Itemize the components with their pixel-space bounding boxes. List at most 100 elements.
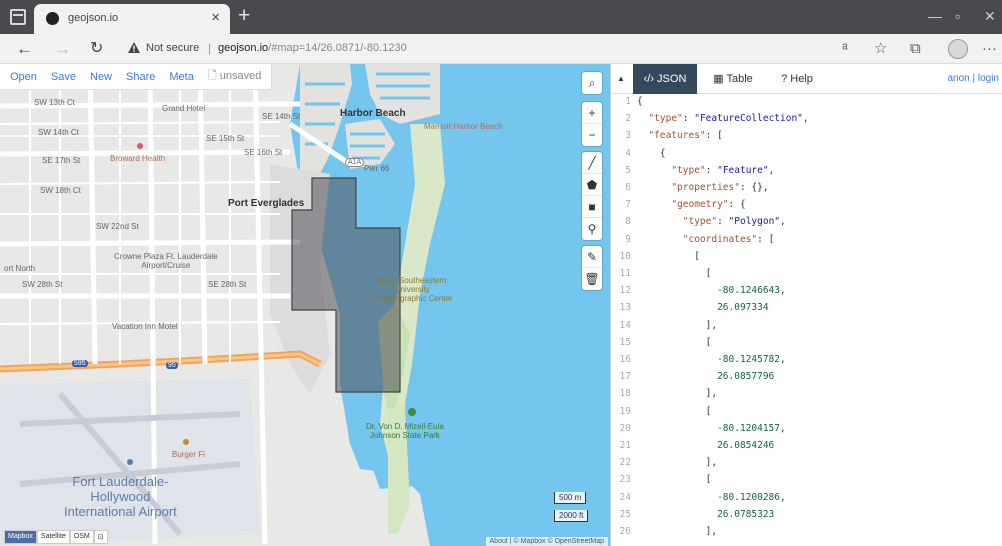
code-line[interactable]: 19 [	[611, 406, 1002, 423]
line-number: 6	[625, 182, 631, 193]
code-line[interactable]: 15 [	[611, 337, 1002, 354]
help-icon: ?	[781, 73, 788, 85]
code-text: "type": "Polygon",	[682, 216, 786, 228]
zoom-in-button[interactable]: +	[582, 102, 602, 124]
street-label: Pier 66	[364, 164, 390, 173]
url-input[interactable]: geojson.io/#map=14/26.0871/-80.1230	[218, 42, 407, 54]
code-line[interactable]: 16 -80.1245782,	[611, 354, 1002, 371]
line-number: 3	[625, 130, 631, 142]
forward-icon[interactable]: →	[54, 39, 71, 59]
code-text: -80.1204157,	[717, 422, 786, 434]
route-shield-a1a: A1A	[345, 158, 365, 167]
collections-icon[interactable]: ⧉	[910, 41, 921, 57]
delete-layers-icon[interactable]: 🗑	[582, 268, 602, 290]
code-line[interactable]: 22 ],	[611, 457, 1002, 474]
poi-label: Grand Hotel	[162, 104, 206, 113]
code-line[interactable]: 13 26.097334	[611, 302, 1002, 319]
reload-icon[interactable]: ↻	[90, 39, 103, 59]
code-text: 26.0857796	[717, 371, 775, 383]
code-line[interactable]: 23 [	[611, 474, 1002, 491]
back-icon[interactable]: ←	[16, 39, 33, 59]
code-line[interactable]: 2 "type": "FeatureCollection",	[611, 113, 1002, 130]
layer-add-icon[interactable]: ⊡	[93, 530, 108, 544]
code-line[interactable]: 4 {	[611, 148, 1002, 165]
code-text: "geometry": {	[671, 199, 746, 211]
draw-rectangle-icon[interactable]: ■	[582, 196, 602, 218]
not-secure-label[interactable]: Not secure	[146, 42, 199, 54]
map-attribution[interactable]: About | © Mapbox © OpenStreetMap	[485, 537, 608, 546]
close-window-icon[interactable]: ✕	[984, 8, 996, 25]
line-number: 8	[625, 216, 631, 228]
draw-marker-icon[interactable]: ⚲	[582, 218, 602, 240]
layer-satellite[interactable]: Satellite	[36, 530, 70, 544]
code-text: [	[637, 474, 712, 486]
title-bar: geojson.io × + — ▫ ✕	[0, 0, 1002, 34]
layer-osm[interactable]: OSM	[69, 530, 94, 544]
favorite-icon[interactable]: ☆	[874, 41, 887, 57]
search-control: ⌕	[582, 72, 602, 94]
favicon-icon	[46, 12, 59, 25]
tab-close-icon[interactable]: ×	[211, 9, 220, 26]
new-button[interactable]: New	[90, 71, 112, 83]
code-line[interactable]: 14 ],	[611, 320, 1002, 337]
code-line[interactable]: 24 -80.1200286,	[611, 492, 1002, 509]
code-text: {	[637, 147, 666, 159]
meta-button[interactable]: Meta	[169, 71, 193, 83]
json-editor[interactable]: 1{2 "type": "FeatureCollection", 3 "featu…	[611, 96, 1002, 546]
draw-line-icon[interactable]: ╱	[582, 152, 602, 174]
zoom-out-button[interactable]: −	[582, 124, 602, 146]
tab-json[interactable]: ‹/› JSON	[633, 64, 697, 94]
draw-polygon-icon[interactable]: ⬟	[582, 174, 602, 196]
open-button[interactable]: Open	[10, 71, 37, 83]
line-number: 12	[619, 285, 631, 297]
line-number: 21	[619, 440, 631, 451]
street-label: SW 28th St	[22, 280, 63, 289]
code-line[interactable]: 5 "type": "Feature",	[611, 165, 1002, 182]
code-text: -80.1245782,	[717, 354, 786, 365]
code-line[interactable]: 18 ],	[611, 388, 1002, 405]
code-line[interactable]: 11 [	[611, 268, 1002, 285]
code-line[interactable]: 10 [	[611, 251, 1002, 268]
airport-label: Fort Lauderdale- Hollywood International…	[64, 474, 177, 519]
code-text: "properties": {},	[671, 182, 769, 193]
tab-actions-icon[interactable]	[10, 9, 26, 25]
user-links[interactable]: anon | login	[947, 73, 999, 84]
poi-label: Crowne Plaza Ft. Lauderdale Airport/Crui…	[114, 252, 218, 270]
line-number: 10	[619, 250, 631, 262]
code-line[interactable]: 6 "properties": {},	[611, 182, 1002, 199]
code-line[interactable]: 26 ],	[611, 526, 1002, 543]
save-button[interactable]: Save	[51, 71, 76, 83]
draw-toolbar: ╱ ⬟ ■ ⚲	[582, 152, 602, 240]
minimize-icon[interactable]: —	[928, 8, 942, 24]
edit-layers-icon[interactable]: ✎	[582, 246, 602, 268]
code-line[interactable]: 8 "type": "Polygon",	[611, 216, 1002, 233]
code-line[interactable]: 12 -80.1246643,	[611, 285, 1002, 302]
collapse-panel-icon[interactable]: ▲	[617, 74, 625, 83]
profile-avatar[interactable]	[948, 39, 968, 59]
code-line[interactable]: 7 "geometry": {	[611, 199, 1002, 216]
line-number: 1	[625, 96, 631, 107]
unsaved-label: unsaved	[219, 70, 262, 82]
read-aloud-icon[interactable]: ᵃ	[842, 41, 848, 57]
maximize-icon[interactable]: ▫	[955, 8, 960, 24]
tab-help[interactable]: ? Help	[769, 64, 825, 94]
code-line[interactable]: 17 26.0857796	[611, 371, 1002, 388]
map-view[interactable]: SW 13th Ct SW 14th Ct SE 15th St SE 16th…	[0, 64, 610, 546]
poi-label: Burger Fi	[172, 450, 205, 459]
more-icon[interactable]: ···	[982, 41, 997, 57]
code-line[interactable]: 21 26.0854246	[611, 440, 1002, 457]
code-text: [	[637, 336, 712, 348]
code-line[interactable]: 3 "features": [	[611, 130, 1002, 147]
code-line[interactable]: 1{	[611, 96, 1002, 113]
address-bar: ← → ↻ Not secure | geojson.io/#map=14/26…	[0, 34, 1002, 64]
share-button[interactable]: Share	[126, 71, 155, 83]
tab-table[interactable]: ▦ Table	[703, 64, 763, 94]
code-line[interactable]: 9 "coordinates": [	[611, 234, 1002, 251]
browser-tab[interactable]: geojson.io ×	[34, 4, 230, 34]
code-text: "features": [	[648, 130, 723, 142]
search-icon[interactable]: ⌕	[582, 72, 602, 94]
code-line[interactable]: 20 -80.1204157,	[611, 423, 1002, 440]
layer-mapbox[interactable]: Mapbox	[4, 530, 37, 544]
new-tab-button[interactable]: +	[238, 5, 250, 27]
code-line[interactable]: 25 26.0785323	[611, 509, 1002, 526]
